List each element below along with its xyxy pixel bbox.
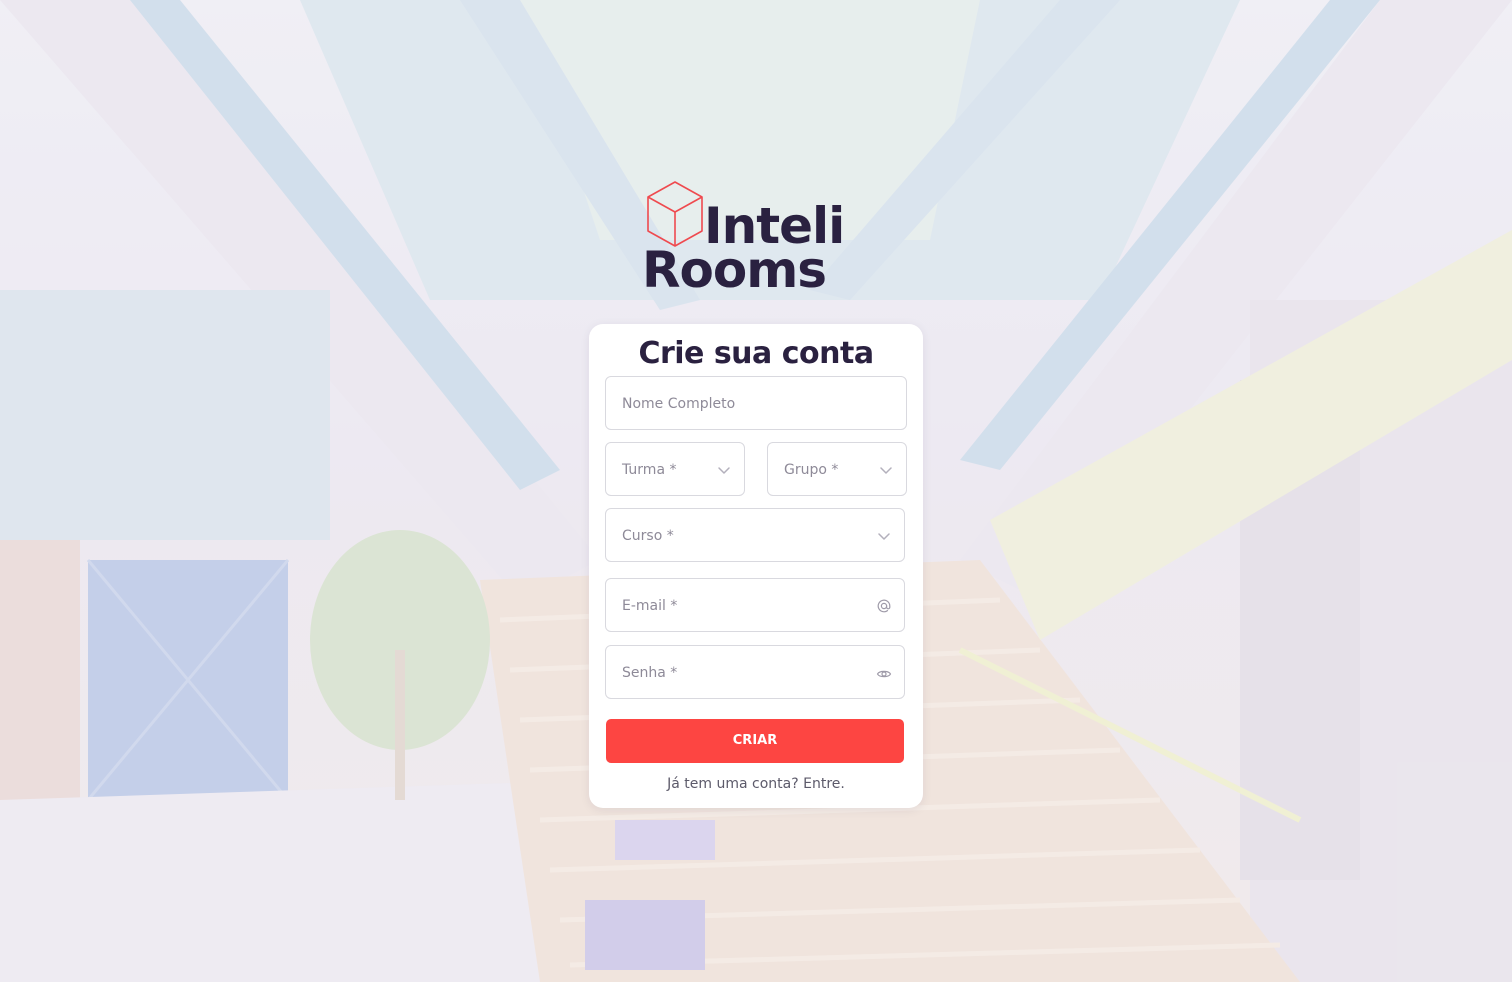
create-account-button[interactable]: CRIAR — [606, 719, 904, 763]
signup-card: Crie sua conta Nome Completo Turma * Gru… — [589, 324, 923, 808]
email-placeholder: E-mail * — [622, 598, 678, 614]
password-placeholder: Senha * — [622, 665, 678, 681]
logo-text-rooms: Rooms — [642, 241, 827, 299]
email-field[interactable]: E-mail * — [605, 578, 905, 632]
grupo-placeholder: Grupo * — [784, 462, 839, 478]
curso-placeholder: Curso * — [622, 528, 674, 544]
chevron-down-icon — [880, 467, 892, 474]
login-prompt-text: Já tem uma conta? — [667, 776, 799, 792]
chevron-down-icon — [718, 467, 730, 474]
signup-page: Inteli Rooms Crie sua conta Nome Complet… — [0, 0, 1512, 982]
password-field[interactable]: Senha * — [605, 645, 905, 699]
full-name-placeholder: Nome Completo — [622, 396, 736, 412]
login-prompt: Já tem uma conta? Entre. — [589, 774, 923, 794]
at-sign-icon — [877, 599, 891, 613]
turma-placeholder: Turma * — [622, 462, 677, 478]
cube-logo-icon — [647, 181, 703, 247]
grupo-select[interactable]: Grupo * — [767, 442, 907, 496]
eye-icon[interactable] — [876, 666, 892, 682]
turma-select[interactable]: Turma * — [605, 442, 745, 496]
full-name-input[interactable]: Nome Completo — [605, 376, 907, 430]
page-title: Crie sua conta — [638, 336, 874, 371]
chevron-down-icon — [878, 533, 890, 540]
login-link[interactable]: Entre. — [803, 776, 845, 792]
intelirooms-logo: Inteli Rooms — [640, 176, 880, 302]
curso-select[interactable]: Curso * — [605, 508, 905, 562]
